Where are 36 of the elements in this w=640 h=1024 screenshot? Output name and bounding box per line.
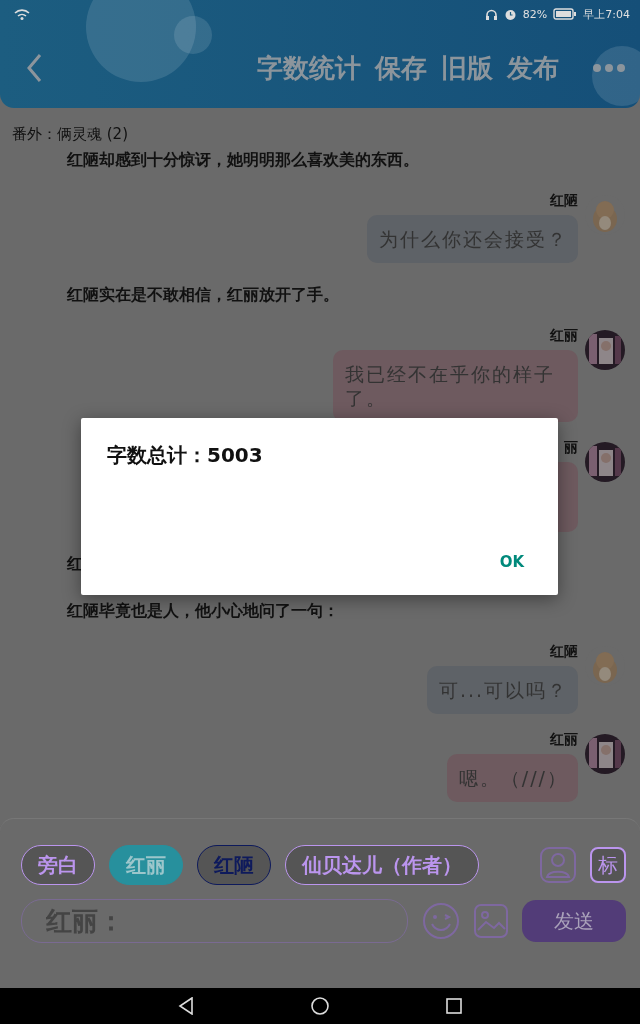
- message-bubble: 我已经不在乎你的样子了。: [333, 350, 578, 422]
- speaker-name: 红陋: [550, 643, 578, 659]
- tag-button[interactable]: 标: [590, 847, 626, 883]
- speaker-name: 丽: [564, 439, 578, 455]
- dialog-title: 字数总计：5003: [107, 443, 263, 467]
- narration-text: 红陋实在是不敢相信，红丽放开了手。: [67, 284, 339, 306]
- header-action[interactable]: 保存: [368, 50, 434, 86]
- more-icon[interactable]: [592, 63, 626, 73]
- speaker-name: 红陋: [550, 192, 578, 208]
- ok-button[interactable]: OK: [491, 549, 532, 575]
- chapter-title: 番外：俩灵魂 (2): [12, 124, 128, 144]
- role-chip[interactable]: 红丽: [109, 845, 183, 885]
- bokeh-circle: [592, 46, 640, 106]
- back-icon[interactable]: [26, 53, 42, 83]
- alarm-icon: [503, 7, 517, 21]
- narration-text: 红陋毕竟也是人，他小心地问了一句：: [67, 600, 339, 622]
- headphones-icon: [484, 7, 498, 21]
- speaker-name: 红丽: [550, 731, 578, 747]
- header-action[interactable]: 发布: [500, 50, 566, 86]
- home-nav-icon[interactable]: [311, 997, 329, 1015]
- role-chip[interactable]: 红陋: [197, 845, 271, 885]
- battery-icon: [553, 8, 578, 20]
- battery-percent: 82%: [522, 7, 548, 21]
- speaker-name: 红丽: [550, 327, 578, 343]
- role-chip[interactable]: 仙贝达儿（作者）: [285, 845, 479, 885]
- narration-text: 红陋却感到十分惊讶，她明明那么喜欢美的东西。: [67, 150, 419, 171]
- back-nav-icon[interactable]: [178, 997, 195, 1015]
- header-action[interactable]: 字数统计: [250, 50, 368, 86]
- status-time: 早上7:04: [583, 6, 630, 22]
- message-bubble: 嗯。（///）: [446, 754, 578, 802]
- recents-nav-icon[interactable]: [445, 998, 462, 1014]
- role-chip[interactable]: 旁白: [21, 845, 95, 885]
- narration-text: 红: [67, 553, 83, 575]
- header-action[interactable]: 旧版: [434, 50, 500, 86]
- send-button[interactable]: 发送: [522, 900, 626, 942]
- wifi-icon: [14, 8, 30, 20]
